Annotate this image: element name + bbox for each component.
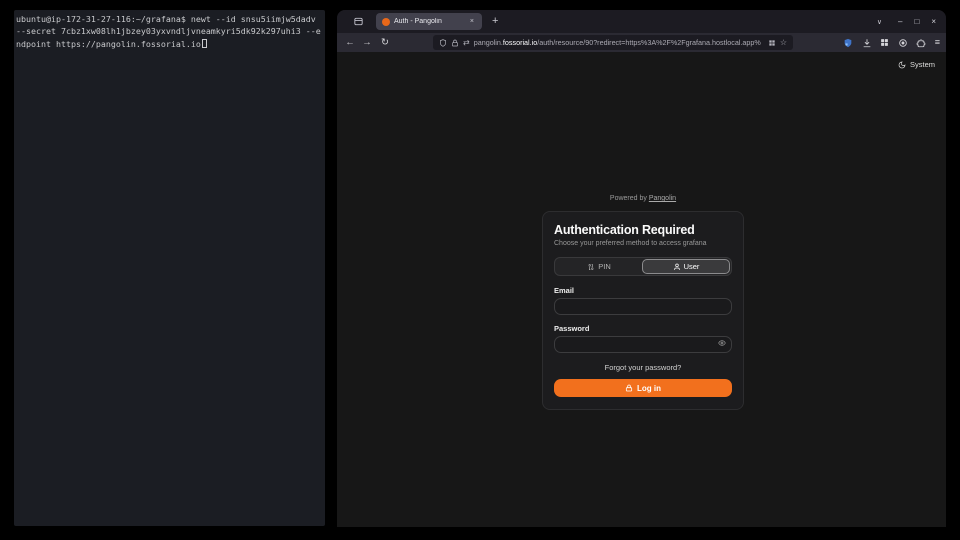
pangolin-favicon-icon — [382, 18, 390, 26]
extensions-puzzle-icon[interactable] — [916, 38, 926, 48]
password-field[interactable] — [554, 336, 732, 353]
shield-icon[interactable] — [439, 39, 447, 47]
grid-icon[interactable] — [880, 38, 889, 47]
password-wrap — [554, 333, 732, 353]
url-bar[interactable]: ⇄ pangolin.fossorial.io/auth/resource/90… — [433, 35, 793, 50]
window-controls: – □ × — [898, 18, 936, 26]
tab-list-chevron-icon[interactable]: ∨ — [877, 18, 882, 26]
pangolin-link[interactable]: Pangolin — [649, 195, 676, 202]
bookmark-star-icon[interactable]: ☆ — [780, 39, 787, 47]
auth-method-tabs: PIN User — [554, 257, 732, 276]
terminal-window[interactable]: ubuntu@ip-172-31-27-116:~/grafana$ newt … — [14, 10, 325, 526]
containers-grid-icon[interactable] — [768, 39, 776, 47]
terminal-line-text: ndpoint https://pangolin.fossorial.io — [16, 39, 201, 49]
theme-toggle-label: System — [910, 60, 935, 69]
back-icon[interactable]: ← — [342, 33, 358, 52]
terminal-cursor — [202, 39, 207, 48]
card-title: Authentication Required — [554, 223, 732, 237]
maximize-icon[interactable]: □ — [914, 18, 919, 26]
desktop: ubuntu@ip-172-31-27-116:~/grafana$ newt … — [0, 0, 960, 540]
extension-circle-icon[interactable] — [898, 38, 908, 48]
new-tab-button[interactable]: + — [492, 16, 498, 27]
url-path: /auth/resource/90?redirect=https%3A%2F%2… — [537, 38, 761, 47]
theme-toggle[interactable]: System — [898, 60, 935, 69]
email-field[interactable] — [554, 298, 732, 315]
page-content: System Powered by Pangolin Authenticatio… — [337, 52, 946, 527]
terminal-line: --secret 7cbz1xw08lh1jbzey03yxvndljvneam… — [16, 25, 323, 37]
swap-icon[interactable]: ⇄ — [463, 39, 470, 47]
powered-by-text: Powered by — [610, 195, 647, 202]
close-icon[interactable]: × — [931, 18, 936, 26]
ublock-icon[interactable] — [843, 38, 853, 48]
email-label: Email — [554, 286, 732, 295]
tab-bar: Auth - Pangolin × + ∨ – □ × — [337, 10, 946, 33]
tab-pin-label: PIN — [598, 262, 611, 271]
tab-auth-pangolin[interactable]: Auth - Pangolin × — [376, 13, 482, 30]
firefox-view-icon[interactable] — [349, 14, 367, 30]
lock-icon[interactable] — [451, 39, 459, 47]
minimize-icon[interactable]: – — [898, 18, 902, 26]
tab-user[interactable]: User — [642, 259, 730, 274]
tab-user-label: User — [684, 262, 700, 271]
password-label: Password — [554, 324, 732, 333]
login-button-label: Log in — [637, 384, 661, 393]
url-domain: fossorial.io — [503, 38, 537, 47]
toolbar-extensions: ≡ — [843, 33, 940, 52]
tab-pin[interactable]: PIN — [556, 259, 642, 274]
navigation-toolbar: ← → ↻ ⇄ pangolin.fossorial.io/auth/resou… — [337, 33, 946, 52]
eye-icon[interactable] — [718, 339, 726, 347]
menu-icon[interactable]: ≡ — [935, 38, 940, 47]
url-text: pangolin.fossorial.io/auth/resource/90?r… — [474, 38, 764, 47]
terminal-line: ubuntu@ip-172-31-27-116:~/grafana$ newt … — [16, 13, 323, 25]
login-lock-icon — [625, 384, 633, 392]
powered-by: Powered by Pangolin — [542, 195, 744, 202]
download-icon[interactable] — [862, 38, 872, 48]
forward-icon[interactable]: → — [359, 33, 375, 52]
login-button[interactable]: Log in — [554, 379, 732, 397]
reload-icon[interactable]: ↻ — [377, 33, 393, 52]
tab-close-icon[interactable]: × — [468, 17, 476, 26]
terminal-line: ndpoint https://pangolin.fossorial.io — [16, 38, 323, 50]
moon-icon — [898, 61, 906, 69]
auth-card: Authentication Required Choose your pref… — [542, 211, 744, 410]
user-icon — [673, 263, 681, 271]
card-subtitle: Choose your preferred method to access g… — [554, 240, 732, 247]
url-subdomain: pangolin. — [474, 38, 503, 47]
browser-window: Auth - Pangolin × + ∨ – □ × ← → ↻ — [337, 10, 946, 527]
tab-title: Auth - Pangolin — [394, 18, 464, 25]
forgot-password-link[interactable]: Forgot your password? — [554, 363, 732, 372]
pin-keypad-icon — [587, 263, 595, 271]
